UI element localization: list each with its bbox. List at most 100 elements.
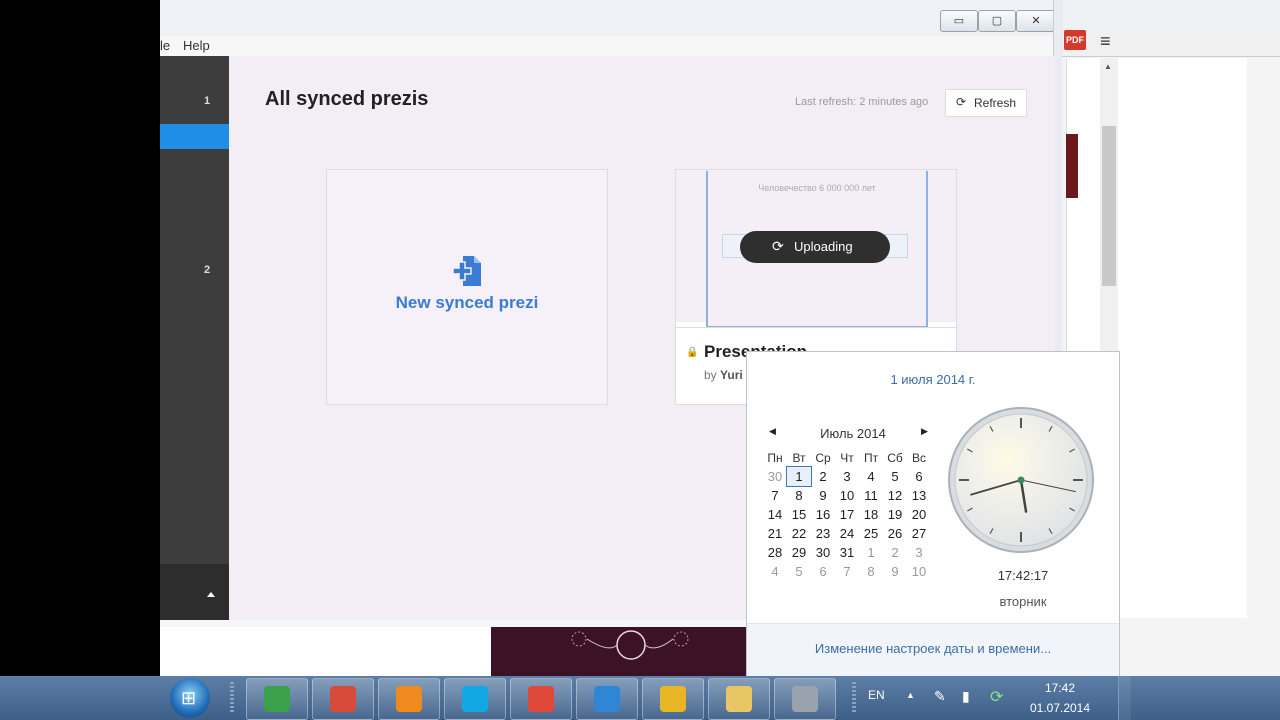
menu-help[interactable]: Help (183, 38, 210, 53)
calendar-day[interactable]: 15 (787, 505, 811, 524)
weekday-label: вторник (999, 594, 1047, 609)
weekday-header: Вс (911, 450, 926, 465)
calendar-day[interactable]: 18 (859, 505, 883, 524)
calendar-day[interactable]: 9 (811, 486, 835, 505)
calendar-day[interactable]: 23 (811, 524, 835, 543)
change-date-settings-link[interactable]: Изменение настроек даты и времени... (747, 641, 1119, 656)
show-desktop-button[interactable] (1118, 676, 1131, 720)
sidebar: 1 2 (160, 56, 229, 620)
caret-up-icon[interactable] (207, 592, 215, 597)
calendar-day[interactable]: 1 (786, 466, 812, 487)
taskbar-grip[interactable] (230, 682, 234, 714)
sidebar-selected-item[interactable] (160, 124, 229, 149)
calendar-day[interactable]: 27 (907, 524, 931, 543)
calendar-day[interactable]: 7 (835, 562, 859, 581)
sidebar-item-2[interactable]: 2 (204, 264, 210, 276)
calendar-day[interactable]: 30 (763, 467, 787, 486)
refresh-button-label: Refresh (974, 96, 1017, 110)
calendar-day[interactable]: 6 (907, 467, 931, 486)
full-date-link[interactable]: 1 июля 2014 г. (747, 372, 1119, 387)
app-icon (264, 686, 290, 712)
calendar-day[interactable]: 8 (859, 562, 883, 581)
taskbar-date[interactable]: 01.07.2014 (1024, 701, 1096, 715)
calendar-day[interactable]: 30 (811, 543, 835, 562)
next-month-icon[interactable]: ▶ (921, 426, 928, 437)
calendar-day[interactable]: 16 (811, 505, 835, 524)
taskbar-app-button[interactable] (642, 678, 704, 720)
scrollbar-thumb[interactable] (1102, 126, 1116, 286)
taskbar-grip-2[interactable] (852, 682, 856, 714)
calendar-day[interactable]: 8 (787, 486, 811, 505)
menu-item-partial[interactable]: le (160, 38, 170, 53)
refresh-button[interactable]: ⟳ Refresh (945, 89, 1027, 117)
calendar-day[interactable]: 25 (859, 524, 883, 543)
last-refresh-text: Last refresh: 2 minutes ago (795, 96, 929, 108)
prev-month-icon[interactable]: ◀ (769, 426, 776, 437)
calendar-day[interactable]: 11 (859, 486, 883, 505)
calendar-day[interactable]: 29 (787, 543, 811, 562)
calendar-day[interactable]: 12 (883, 486, 907, 505)
calendar-day[interactable]: 14 (763, 505, 787, 524)
calendar-day[interactable]: 9 (883, 562, 907, 581)
card-divider (676, 327, 956, 328)
calendar-day[interactable]: 22 (787, 524, 811, 543)
calendar-day[interactable]: 2 (883, 543, 907, 562)
network-tool-icon[interactable]: ✎ (934, 688, 946, 705)
calendar-day[interactable]: 4 (763, 562, 787, 581)
window-titlebar: ▭ ▢ ✕ (160, 0, 1062, 36)
signal-icon[interactable]: ▮ (962, 688, 970, 705)
calendar-day[interactable]: 7 (763, 486, 787, 505)
month-label[interactable]: Июль 2014 (803, 426, 903, 441)
presentation-author: by Yuri (704, 368, 743, 382)
browser-menu-icon[interactable]: ≡ (1100, 31, 1111, 52)
weekday-header: Пн (767, 450, 783, 465)
scroll-up-icon[interactable]: ▲ (1104, 62, 1112, 71)
taskbar-app-button[interactable] (246, 678, 308, 720)
calendar-day[interactable]: 4 (859, 467, 883, 486)
calendar-week-row: 30 1 2 3 4 5 6 (763, 466, 931, 487)
sidebar-bottom-toggle[interactable] (160, 564, 229, 620)
app-icon (396, 686, 422, 712)
language-indicator[interactable]: EN (868, 688, 885, 702)
app-icon (726, 686, 752, 712)
taskbar-time[interactable]: 17:42 (1030, 681, 1090, 695)
taskbar-app-button[interactable] (708, 678, 770, 720)
calendar-day[interactable]: 20 (907, 505, 931, 524)
taskbar-app-button[interactable] (774, 678, 836, 720)
calendar-day[interactable]: 1 (859, 543, 883, 562)
taskbar-app-button[interactable] (510, 678, 572, 720)
taskbar-app-button[interactable] (576, 678, 638, 720)
calendar-day[interactable]: 5 (883, 467, 907, 486)
calendar-day[interactable]: 28 (763, 543, 787, 562)
calendar-day[interactable]: 3 (907, 543, 931, 562)
new-synced-prezi-card[interactable]: New synced prezi (326, 169, 608, 405)
analog-clock (948, 407, 1094, 553)
calendar-day[interactable]: 10 (835, 486, 859, 505)
calendar-day[interactable]: 31 (835, 543, 859, 562)
calendar-day[interactable]: 24 (835, 524, 859, 543)
maximize-button[interactable]: ▢ (978, 10, 1016, 32)
tray-expand-icon[interactable]: ▲ (906, 690, 915, 700)
calendar-day[interactable]: 17 (835, 505, 859, 524)
pdf-extension-icon[interactable]: PDF (1064, 30, 1086, 50)
calendar-day[interactable]: 21 (763, 524, 787, 543)
minimize-button[interactable]: ▭ (940, 10, 978, 32)
calendar-week-row: 14 15 16 17 18 19 20 (763, 505, 931, 524)
sidebar-item-1[interactable]: 1 (204, 95, 210, 107)
calendar-day[interactable]: 13 (907, 486, 931, 505)
taskbar-app-button[interactable] (378, 678, 440, 720)
taskbar-app-button[interactable] (312, 678, 374, 720)
taskbar-app-button[interactable] (444, 678, 506, 720)
page-title: All synced prezis (265, 88, 429, 110)
calendar-day[interactable]: 2 (811, 467, 835, 486)
calendar-day[interactable]: 3 (835, 467, 859, 486)
calendar-week-row: 28 29 30 31 1 2 3 (763, 543, 931, 562)
calendar-day[interactable]: 10 (907, 562, 931, 581)
close-button[interactable]: ✕ (1016, 10, 1056, 32)
calendar-day[interactable]: 26 (883, 524, 907, 543)
sync-status-icon[interactable]: ⟳ (990, 687, 1003, 707)
calendar-week-row: 21 22 23 24 25 26 27 (763, 524, 931, 543)
calendar-day[interactable]: 19 (883, 505, 907, 524)
calendar-day[interactable]: 5 (787, 562, 811, 581)
calendar-day[interactable]: 6 (811, 562, 835, 581)
